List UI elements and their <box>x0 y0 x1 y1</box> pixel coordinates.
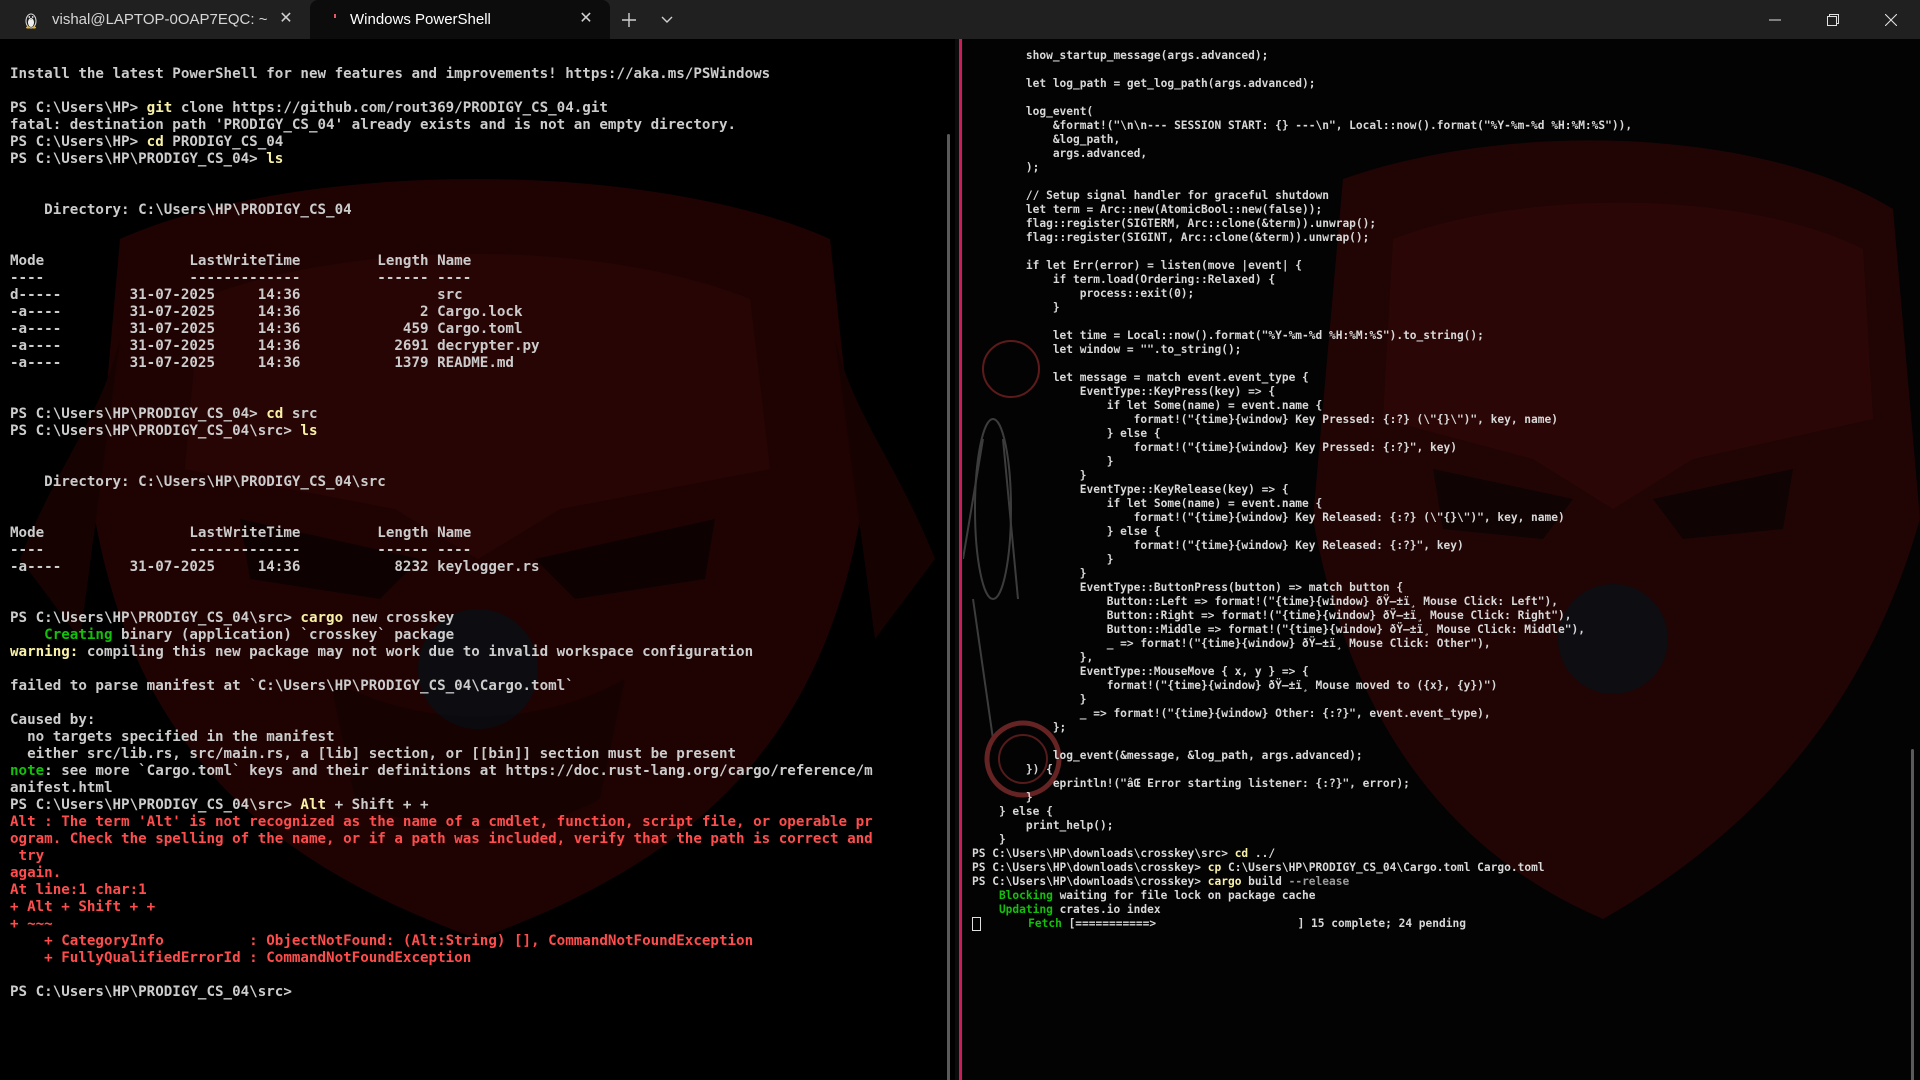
terminal-pane-left[interactable]: Install the latest PowerShell for new fe… <box>0 39 955 1080</box>
close-icon[interactable]: ✕ <box>278 11 294 27</box>
title-bar: vishal@LAPTOP-0OAP7EQC: ~ ✕ Windows Powe… <box>0 0 1920 39</box>
linux-penguin-icon <box>22 11 40 29</box>
powershell-icon <box>332 11 338 29</box>
close-icon[interactable]: ✕ <box>578 11 594 27</box>
restore-button[interactable] <box>1804 0 1862 39</box>
terminal-output-right: show_startup_message(args.advanced); let… <box>972 49 1633 931</box>
tab-powershell[interactable]: Windows PowerShell ✕ <box>310 0 610 39</box>
window-controls <box>1746 0 1920 39</box>
restore-icon <box>1827 13 1839 26</box>
chevron-down-icon <box>661 16 673 23</box>
new-tab-button[interactable] <box>610 0 648 39</box>
tab-label: Windows PowerShell <box>350 11 491 28</box>
plus-icon <box>622 12 636 27</box>
close-icon <box>1885 13 1897 26</box>
terminal-cursor <box>972 917 981 931</box>
tab-label: vishal@LAPTOP-0OAP7EQC: ~ <box>52 11 268 28</box>
scrollbar-right[interactable] <box>1911 749 1914 1080</box>
scrollbar-left[interactable] <box>947 134 950 1080</box>
tab-ubuntu[interactable]: vishal@LAPTOP-0OAP7EQC: ~ ✕ <box>0 0 310 39</box>
minimize-button[interactable] <box>1746 0 1804 39</box>
minimize-icon <box>1769 19 1781 20</box>
tab-dropdown-button[interactable] <box>648 0 686 39</box>
close-window-button[interactable] <box>1862 0 1920 39</box>
terminal-pane-right[interactable]: show_startup_message(args.advanced); let… <box>963 39 1920 1080</box>
pane-divider[interactable] <box>959 39 962 1080</box>
terminal-output-left: Install the latest PowerShell for new fe… <box>10 66 873 1000</box>
